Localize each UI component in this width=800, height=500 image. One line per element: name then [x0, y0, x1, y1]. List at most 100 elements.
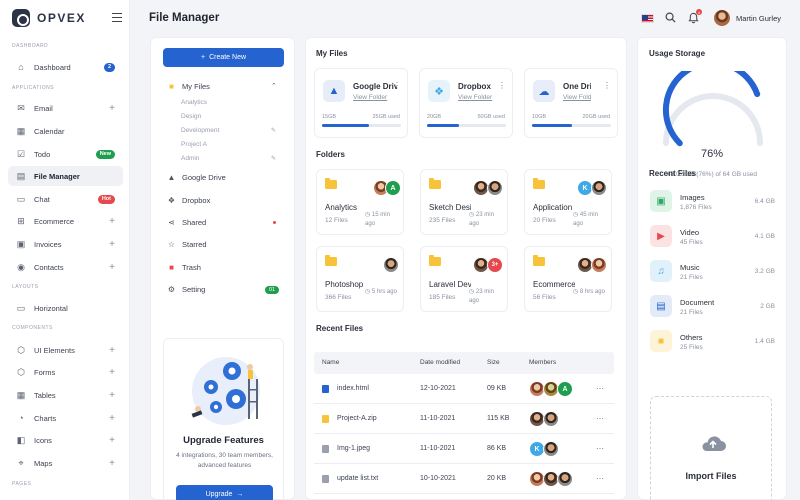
file-name[interactable]: update list.txt [337, 475, 378, 482]
nav-setting[interactable]: ⚙ Setting [167, 285, 205, 294]
upgrade-button[interactable]: Upgrade → [176, 485, 273, 500]
storage-card-one-drive[interactable]: ☁ One Drive ⋮ View Folder 10GB 20GB used [524, 68, 618, 138]
sidebar-item-horizontal[interactable]: ▭ Horizontal [8, 298, 123, 318]
sidebar-item-ecommerce[interactable]: ⊞ Ecommerce + [8, 211, 123, 231]
section-pages: PAGES [12, 481, 32, 487]
table-row[interactable]: Project-A.zip 11-10-2021 115 KB ⋯ [314, 404, 614, 434]
sidebar-item-contacts[interactable]: ◉ Contacts + [8, 257, 123, 277]
sidebar-item-icons[interactable]: ◧ Icons + [8, 430, 123, 450]
nav-label: My Files [182, 82, 210, 91]
sidebar-item-charts[interactable]: ◔ Charts + [8, 408, 123, 428]
import-dropzone[interactable]: Import Files [650, 396, 772, 500]
expand-icon[interactable]: + [109, 435, 115, 446]
file-type-video[interactable]: ▶ Video 45 Files 4.1 GB [650, 225, 775, 251]
sub-item-design[interactable]: Design [181, 113, 201, 120]
expand-icon[interactable]: + [109, 216, 115, 227]
sub-item-admin[interactable]: Admin [181, 155, 199, 162]
nav-google-drive[interactable]: ▲ Google Drive [167, 173, 226, 182]
view-folder-link[interactable]: View Folder [458, 94, 492, 101]
mail-icon: ✉ [17, 102, 25, 113]
nav-trash[interactable]: ■ Trash [167, 263, 201, 272]
chevron-up-icon[interactable]: ⌃ [271, 82, 277, 90]
file-type-images[interactable]: ▣ Images 1,876 Files 6.4 GB [650, 190, 775, 216]
expand-icon[interactable]: + [109, 367, 115, 378]
folder-card-laravel-dev[interactable]: 3+ Laravel Dev 185 Files ◷ 23 min ago [420, 246, 508, 312]
file-type-document[interactable]: ▤ Document 21 Files 2 GB [650, 295, 775, 321]
nav-dropbox[interactable]: ❖ Dropbox [167, 196, 210, 205]
column-header[interactable]: Date modified [420, 359, 460, 366]
pin-icon[interactable]: ✎ [271, 155, 276, 162]
gear-icon: ⚙ [167, 285, 176, 294]
more-icon[interactable]: ⋮ [393, 81, 401, 90]
table-row[interactable] [314, 494, 614, 500]
folder-card-photoshop[interactable]: Photoshop 366 Files ◷ 5 hrs ago [316, 246, 404, 312]
table-row[interactable]: update list.txt 10-10-2021 20 KB ⋯ [314, 464, 614, 494]
more-icon[interactable]: ⋯ [596, 384, 604, 393]
table-header: Name Date modified Size Members [314, 352, 614, 374]
sidebar-item-invoices[interactable]: ▣ Invoices + [8, 234, 123, 254]
sidebar-item-chat[interactable]: ▭ Chat Hot [8, 189, 123, 209]
table-row[interactable]: index.html 12-10-2021 09 KB A ⋯ [314, 374, 614, 404]
expand-icon[interactable]: + [109, 413, 115, 424]
menu-toggle-icon[interactable] [112, 13, 122, 22]
storage-card-dropbox[interactable]: ❖ Dropbox ⋮ View Folder 20GB 50GB used [419, 68, 513, 138]
file-name[interactable]: Project-A.zip [337, 415, 377, 422]
more-icon[interactable]: ⋯ [596, 444, 604, 453]
expand-icon[interactable]: + [109, 390, 115, 401]
sidebar-item-tables[interactable]: ▦ Tables + [8, 385, 123, 405]
avatar[interactable] [714, 10, 730, 26]
file-size: 115 KB [487, 415, 510, 422]
brand-logo[interactable]: OPVEX [12, 9, 86, 27]
nav-shared[interactable]: ⋖ Shared [167, 218, 206, 227]
folder-card-analytics[interactable]: A Analytics 12 Files ◷ 15 min ago [316, 169, 404, 235]
sidebar-item-calendar[interactable]: ▦ Calendar [8, 121, 123, 141]
file-name[interactable]: index.html [337, 385, 369, 392]
pin-icon[interactable]: ✎ [271, 127, 276, 134]
sub-item-analytics[interactable]: Analytics [181, 99, 207, 106]
sidebar-item-email[interactable]: ✉ Email + [8, 98, 123, 118]
search-icon[interactable] [665, 12, 676, 26]
expand-icon[interactable]: + [109, 103, 115, 114]
storage-card-google-drive[interactable]: ▲ Google Drive ⋮ View Folder 15GB 25GB u… [314, 68, 408, 138]
view-folder-link[interactable]: View Folder [353, 94, 387, 101]
sidebar-item-forms[interactable]: ⬡ Forms + [8, 362, 123, 382]
view-folder-link[interactable]: View Folder [563, 94, 591, 101]
nav-starred[interactable]: ☆ Starred [167, 240, 207, 249]
column-header[interactable]: Name [322, 359, 339, 366]
more-icon[interactable]: ⋮ [603, 81, 611, 90]
expand-icon[interactable]: + [109, 239, 115, 250]
usage-title: Usage Storage [649, 49, 706, 58]
sidebar-item-maps[interactable]: ⌖ Maps + [8, 453, 123, 473]
nav-my-files[interactable]: ■ My Files [167, 82, 210, 91]
us-flag-icon[interactable] [641, 14, 654, 23]
expand-icon[interactable]: + [109, 458, 115, 469]
more-icon[interactable]: ⋯ [596, 414, 604, 423]
column-header[interactable]: Members [529, 359, 556, 366]
table-row[interactable]: Img-1.jpeg 11-10-2021 86 KB K ⋯ [314, 434, 614, 464]
sidebar-item-ui-elements[interactable]: ⬡ UI Elements + [8, 340, 123, 360]
folder-card-sketch-design[interactable]: Sketch Design 235 Files ◷ 23 min ago [420, 169, 508, 235]
sub-item-development[interactable]: Development [181, 127, 219, 134]
nav-label: Starred [182, 240, 207, 249]
column-header[interactable]: Size [487, 359, 500, 366]
sidebar-item-dashboard[interactable]: ⌂ Dashboard 2 [8, 57, 123, 77]
folder-card-ecommerce[interactable]: Ecommerce 56 Files ◷ 8 hrs ago [524, 246, 612, 312]
sub-item-project-a[interactable]: Project A [181, 141, 207, 148]
file-type-count: 25 Files [680, 344, 703, 351]
sidebar-item-todo[interactable]: ☑ Todo New [8, 144, 123, 164]
more-icon[interactable]: ⋯ [596, 474, 604, 483]
more-icon[interactable]: ⋮ [498, 81, 506, 90]
sidebar-item-file-manager[interactable]: ▤ File Manager [8, 166, 123, 186]
nav-label: Dropbox [182, 196, 211, 205]
create-new-button[interactable]: + Create New [163, 48, 284, 67]
folder-card-application[interactable]: K Application 20 Files ◷ 45 min ago [524, 169, 612, 235]
expand-icon[interactable]: + [109, 262, 115, 273]
file-name[interactable]: Img-1.jpeg [337, 445, 370, 452]
file-type-others[interactable]: ■ Others 25 Files 1.4 GB [650, 330, 775, 356]
clock-icon: ◷ [573, 212, 580, 218]
sidebar-item-label: Chat [34, 194, 50, 204]
expand-icon[interactable]: + [109, 345, 115, 356]
storage-name: Dropbox [458, 82, 491, 91]
file-type-music[interactable]: ♫ Music 21 Files 3.2 GB [650, 260, 775, 286]
user-name[interactable]: Martin Gurley [736, 14, 781, 23]
